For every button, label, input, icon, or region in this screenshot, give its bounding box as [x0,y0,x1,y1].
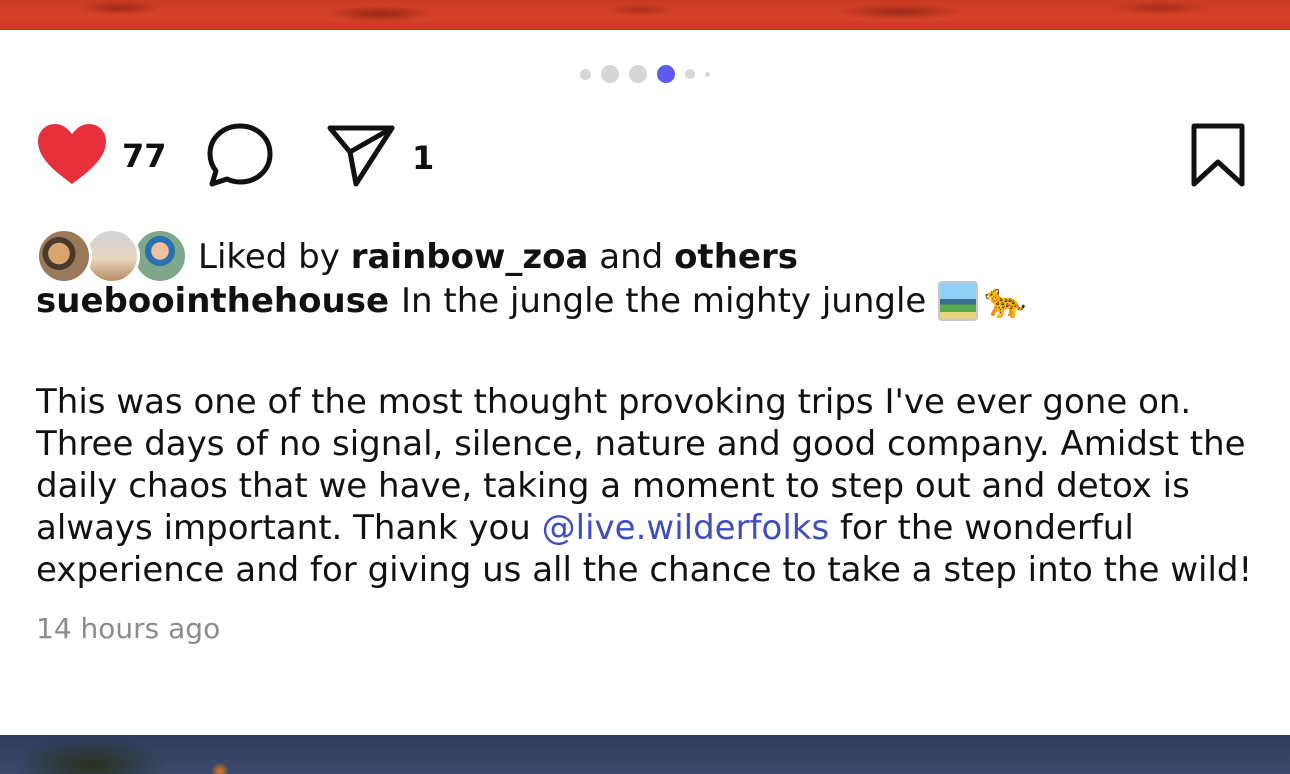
liked-by-prefix: Liked by [198,237,340,277]
save-button[interactable] [1188,122,1248,192]
bookmark-icon [1188,122,1248,192]
avatar [36,228,92,284]
carousel-dot [629,65,647,83]
previous-post-image[interactable] [0,0,1290,30]
post-timestamp: 14 hours ago [36,612,221,645]
liked-by-others-link[interactable]: others [674,237,798,277]
send-icon [326,122,398,194]
carousel-dot-active [657,65,675,83]
liker-avatars [36,228,188,286]
carousel-dot [685,69,695,79]
caption-title: In the jungle the mighty jungle [401,281,927,321]
like-button[interactable]: 77 [36,122,167,190]
action-bar: 77 1 [36,122,1248,192]
liked-by-text: Liked by rainbow_zoa and others [198,237,798,277]
comment-icon [206,122,274,194]
carousel-dot [705,71,710,77]
avatar [84,228,140,284]
liked-by-row[interactable]: Liked by rainbow_zoa and others [36,228,798,286]
mention-link[interactable]: @live.wilderfolks [542,508,830,548]
carousel-indicator [0,65,1290,83]
liked-by-user-link[interactable]: rainbow_zoa [351,237,589,277]
post-view: 77 1 Liked by rainbow_zoa and others sue… [0,0,1290,774]
carousel-dot [580,68,591,80]
carousel-dot [601,65,619,83]
share-count: 1 [412,139,435,177]
next-post-image[interactable] [0,735,1290,774]
national-park-emoji [938,281,979,321]
heart-icon [36,122,108,190]
caption-body: This was one of the most thought provoki… [36,381,1266,591]
liked-by-connector: and [599,237,664,277]
comment-button[interactable] [206,122,274,194]
avatar [132,228,188,284]
leopard-emoji: 🐆 [984,281,1027,321]
caption-header: sueboointhehouse In the jungle the might… [36,281,1027,321]
like-count: 77 [122,137,167,175]
share-button[interactable]: 1 [326,122,434,194]
author-username[interactable]: sueboointhehouse [36,281,389,321]
